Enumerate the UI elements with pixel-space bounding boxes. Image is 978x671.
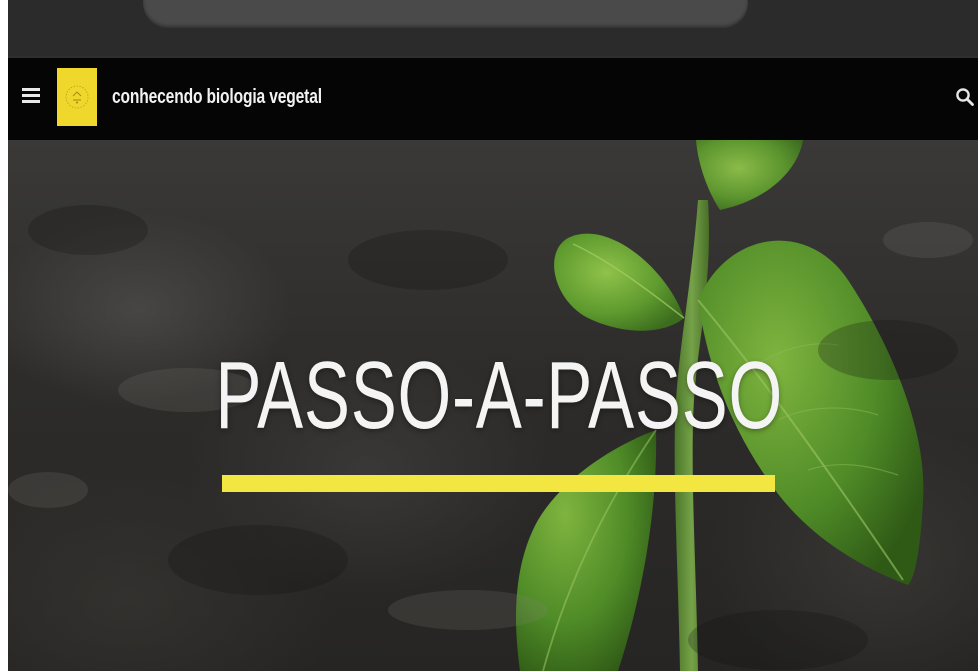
hero-banner: PASSO-A-PASSO	[8, 140, 978, 671]
site-title[interactable]: conhecendo biologia vegetal	[112, 86, 322, 109]
site-header: conhecendo biologia vegetal	[8, 58, 978, 140]
hamburger-menu-icon[interactable]	[22, 88, 40, 104]
search-icon[interactable]	[954, 86, 976, 108]
hero-title: PASSO-A-PASSO	[8, 348, 978, 444]
hero-title-underline	[222, 475, 775, 492]
logo-emblem-icon	[65, 85, 89, 109]
site-logo[interactable]	[57, 68, 97, 126]
browser-top-chrome	[8, 0, 978, 56]
screenshot-frame: conhecendo biologia vegetal PASSO-A-PASS…	[8, 0, 978, 671]
hero-title-text: PASSO-A-PASSO	[215, 342, 783, 449]
address-bar-pill[interactable]	[143, 0, 748, 28]
